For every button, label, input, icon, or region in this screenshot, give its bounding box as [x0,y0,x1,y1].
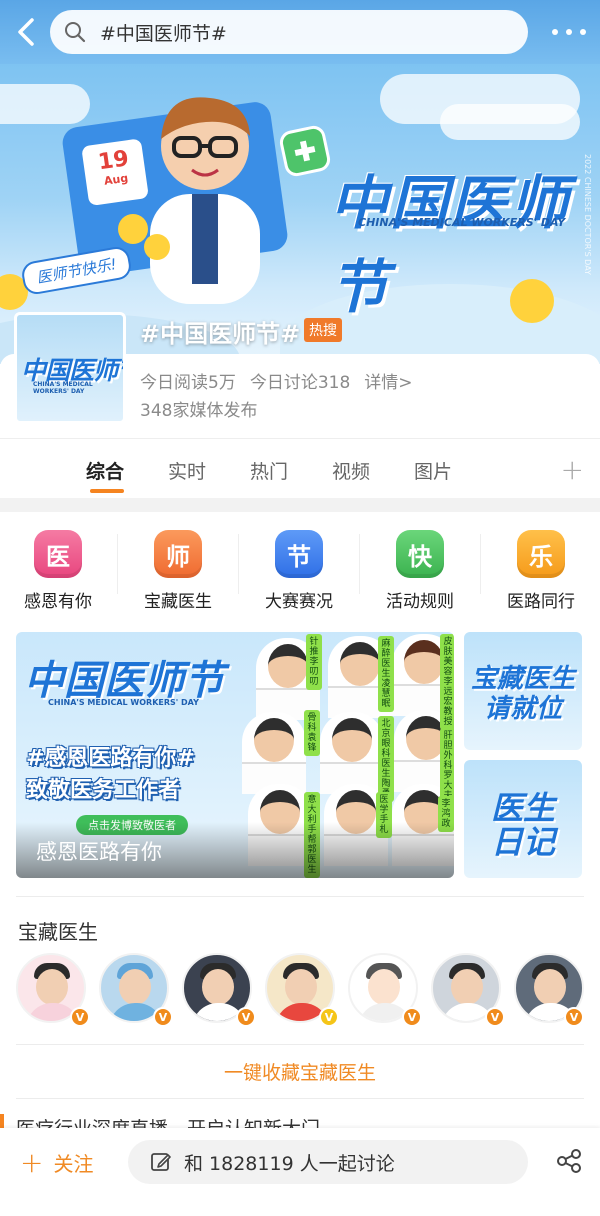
collect-doctors-link[interactable]: 一键收藏宝藏医生 [0,1058,600,1085]
banner-subtitle: CHINA'S MEDICAL WORKERS' DAY [358,216,566,229]
verified-badge-icon: V [319,1007,339,1027]
doctor-tag: 麻醉医生凌慧眠 [378,636,394,712]
quick-entry-row: 医 感恩有你 师 宝藏医生 节 大赛赛况 快 活动规则 乐 医路同行 [0,530,600,616]
verified-badge-icon: V [236,1007,256,1027]
discuss-input[interactable]: 和 1828119 人一起讨论 [128,1140,528,1184]
promo-side-line1: 宝藏医生 [470,664,575,694]
search-input[interactable]: #中国医师节# [50,10,528,54]
promo-caption: 感恩医路有你 [36,840,162,864]
divider [16,1044,584,1045]
promo-main-card[interactable]: 中国医师节 CHINA'S MEDICAL WORKERS' DAY #感恩医路… [16,632,454,878]
divider [16,1098,584,1099]
quick-icon-shi: 师 [154,530,202,578]
doctor-tag: 肝胆外科罗大夫 [440,728,454,804]
happy-tag: 医师节快乐! [19,244,134,297]
promo-headline-1: #感恩医路有你# [26,746,195,771]
tab-comprehensive[interactable]: 综合 [86,457,124,484]
doctor-avatar-row: V V V V V V V [0,953,600,1031]
quick-icon-jie: 节 [275,530,323,578]
doctor-photo [320,712,384,794]
back-arrow-icon [18,18,34,46]
media-count: 348家媒体发布 [140,401,258,421]
hot-badge: 热搜 [304,318,342,342]
tab-hot[interactable]: 热门 [250,457,288,484]
quick-label: 感恩有你 [24,592,92,612]
section-gap [0,498,600,512]
quick-label: 宝藏医生 [144,592,212,612]
quick-icon-kuai: 快 [396,530,444,578]
plus-icon: + [20,1145,44,1179]
banner-title: 中国医师节 [330,169,571,321]
tab-images[interactable]: 图片 [414,457,452,484]
thumb-subtitle: CHINA'S MEDICAL WORKERS' DAY [33,381,93,395]
top-bar: #中国医师节# [0,0,600,64]
doctor-illustration [150,97,260,304]
quick-item-rules[interactable]: 快 活动规则 [360,530,480,612]
edit-icon [151,1153,171,1171]
share-icon[interactable] [556,1148,582,1174]
bottom-action-bar: + 关注 和 1828119 人一起讨论 [0,1128,600,1216]
banner-side-text: 2022 CHINESE DOCTOR'S DAY [583,154,592,275]
doctor-tag: 针推李叨叨 [306,634,322,690]
promo-side-line2: 请就位 [483,694,562,724]
quick-label: 大赛赛况 [265,592,333,612]
tab-bar: 综合 实时 热门 视频 图片 + [0,438,600,498]
topic-name: #中国医师节# [140,320,301,348]
promo-treasure-doctors-card[interactable]: 宝藏医生 请就位 [464,632,582,750]
quick-label: 医路同行 [507,592,575,612]
tab-video[interactable]: 视频 [332,457,370,484]
verified-badge-icon: V [485,1007,505,1027]
divider [16,896,584,897]
quick-item-journey[interactable]: 乐 医路同行 [481,530,600,612]
back-button[interactable] [8,14,44,50]
reads-today: 今日阅读5万 [140,373,236,393]
follow-label: 关注 [53,1152,94,1176]
quick-item-treasure-doctors[interactable]: 师 宝藏医生 [118,530,238,612]
tab-realtime[interactable]: 实时 [168,457,206,484]
topic-stats: 今日阅读5万 今日讨论318 详情> [140,368,413,393]
search-icon [65,22,86,43]
quick-item-thanks[interactable]: 医 感恩有你 [0,530,118,612]
topic-thumbnail[interactable]: 中国医师节 CHINA'S MEDICAL WORKERS' DAY [14,312,126,424]
promo-subtitle: CHINA'S MEDICAL WORKERS' DAY [48,698,199,707]
doctor-tag: 皮肤美容李远宏教授 [440,634,454,730]
doctor-photo [242,712,306,794]
quick-label: 活动规则 [386,592,454,612]
more-options-icon[interactable] [552,22,586,42]
treasure-doctors-title: 宝藏医生 [18,920,98,944]
verified-badge-icon: V [564,1007,584,1027]
verified-badge-icon: V [70,1007,90,1027]
promo-doctor-diary-card[interactable]: 医生 日记 [464,760,582,878]
quick-item-contest[interactable]: 节 大赛赛况 [239,530,359,612]
details-link[interactable]: 详情> [364,368,412,393]
doctor-tag: 骨科袁锋 [304,710,320,756]
promo-side-line2: 日记 [490,823,555,861]
promo-side-line1: 医生 [490,789,555,827]
promo-headline-2: 致敬医务工作者 [26,778,181,803]
quick-icon-yi: 医 [34,530,82,578]
promo-caption-bar: 感恩医路有你 [16,822,454,878]
follow-button[interactable]: + 关注 [20,1148,93,1177]
verified-badge-icon: V [153,1007,173,1027]
active-tab-indicator [90,489,124,493]
medical-cross-icon [277,123,333,179]
doctor-tag: 北京眼科医生陶勇 [378,716,394,802]
add-tab-button[interactable]: + [561,453,584,486]
verified-badge-icon: V [402,1007,422,1027]
search-query: #中国医师节# [100,22,227,45]
discussions-today: 今日讨论318 [249,373,351,393]
discuss-label: 和 1828119 人一起讨论 [184,1152,395,1175]
quick-icon-le: 乐 [517,530,565,578]
